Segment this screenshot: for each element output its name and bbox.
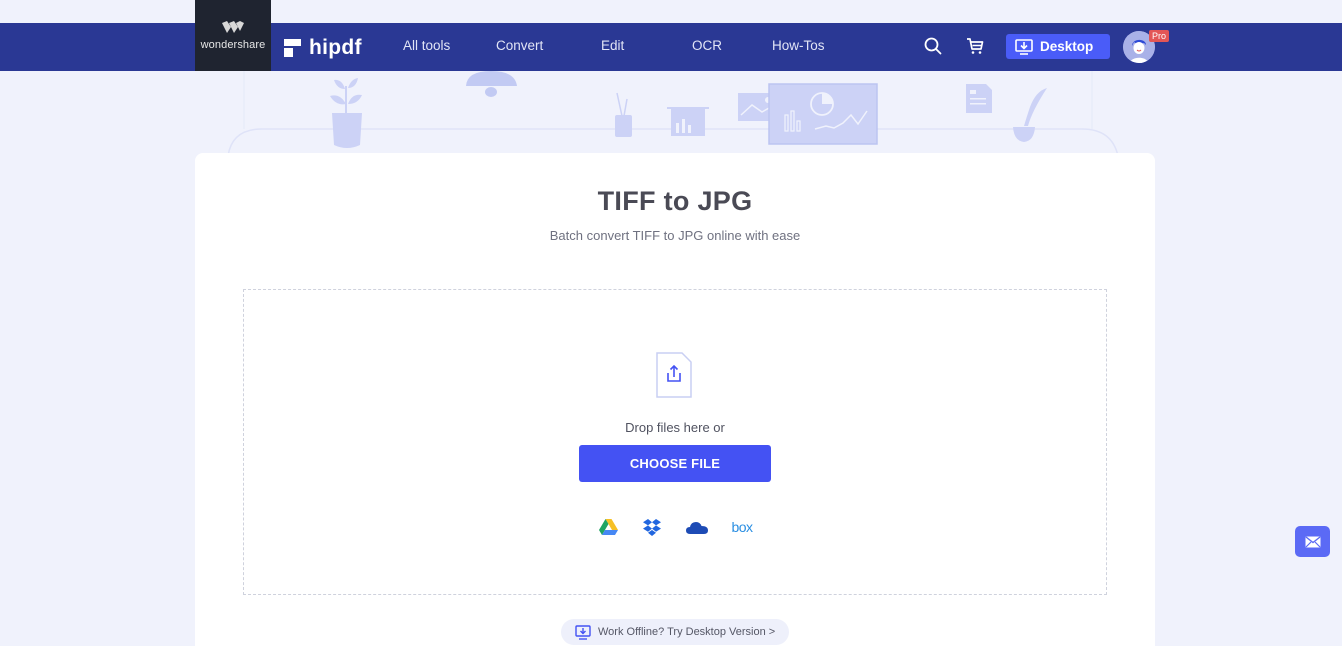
search-icon <box>924 37 942 55</box>
nav-how-tos[interactable]: How-Tos <box>772 38 825 53</box>
wondershare-logo[interactable]: wondershare <box>195 0 271 71</box>
mail-icon <box>1305 535 1320 547</box>
pro-badge: Pro <box>1149 30 1170 42</box>
dropbox-button[interactable] <box>641 518 663 536</box>
hipdf-mark-icon <box>284 39 301 57</box>
onedrive-icon <box>686 522 708 534</box>
document-icon <box>966 84 992 113</box>
search-button[interactable] <box>923 36 943 56</box>
cart-icon <box>967 38 984 54</box>
wondershare-label: wondershare <box>200 38 266 51</box>
hipdf-logo[interactable]: hipdf <box>284 36 362 60</box>
whiteboard-icon <box>667 107 709 136</box>
dropbox-icon <box>643 518 661 536</box>
google-drive-button[interactable] <box>597 518 619 536</box>
box-icon: box <box>731 519 753 535</box>
quill-icon <box>1013 88 1047 142</box>
nav-convert[interactable]: Convert <box>496 38 543 53</box>
cart-button[interactable] <box>965 36 985 56</box>
choose-file-button[interactable]: CHOOSE FILE <box>579 445 771 482</box>
desktop-version-link[interactable]: Work Offline? Try Desktop Version > <box>561 619 789 645</box>
lamp-icon <box>466 71 517 97</box>
drop-files-text: Drop files here or <box>625 420 725 435</box>
dashboard-icon <box>768 83 878 145</box>
pencil-cup-icon <box>615 92 632 137</box>
page-subtitle: Batch convert TIFF to JPG online with ea… <box>549 228 801 243</box>
desktop-label: Desktop <box>1040 39 1094 54</box>
nav-ocr[interactable]: OCR <box>692 38 722 53</box>
plant-icon <box>330 78 362 148</box>
page-title: TIFF to JPG <box>597 186 753 216</box>
nav-edit[interactable]: Edit <box>601 38 624 53</box>
desktop-version-label: Work Offline? Try Desktop Version > <box>598 626 776 638</box>
desktop-download-button[interactable]: Desktop <box>1006 34 1110 59</box>
desktop-download-icon <box>1015 38 1033 55</box>
box-button[interactable]: box <box>730 518 754 536</box>
onedrive-button[interactable] <box>685 518 709 536</box>
brand-label: hipdf <box>309 36 362 59</box>
converter-card: TIFF to JPG Batch convert TIFF to JPG on… <box>195 153 1155 646</box>
feedback-mail-button[interactable] <box>1295 526 1330 557</box>
nav-all-tools[interactable]: All tools <box>403 38 450 53</box>
wondershare-mark-icon <box>222 20 244 33</box>
file-upload-icon <box>656 352 692 398</box>
desktop-download-icon <box>575 624 591 640</box>
file-dropzone[interactable]: Drop files here or CHOOSE FILE box <box>243 289 1107 595</box>
google-drive-icon <box>598 519 618 535</box>
header-illustration <box>227 71 1119 156</box>
